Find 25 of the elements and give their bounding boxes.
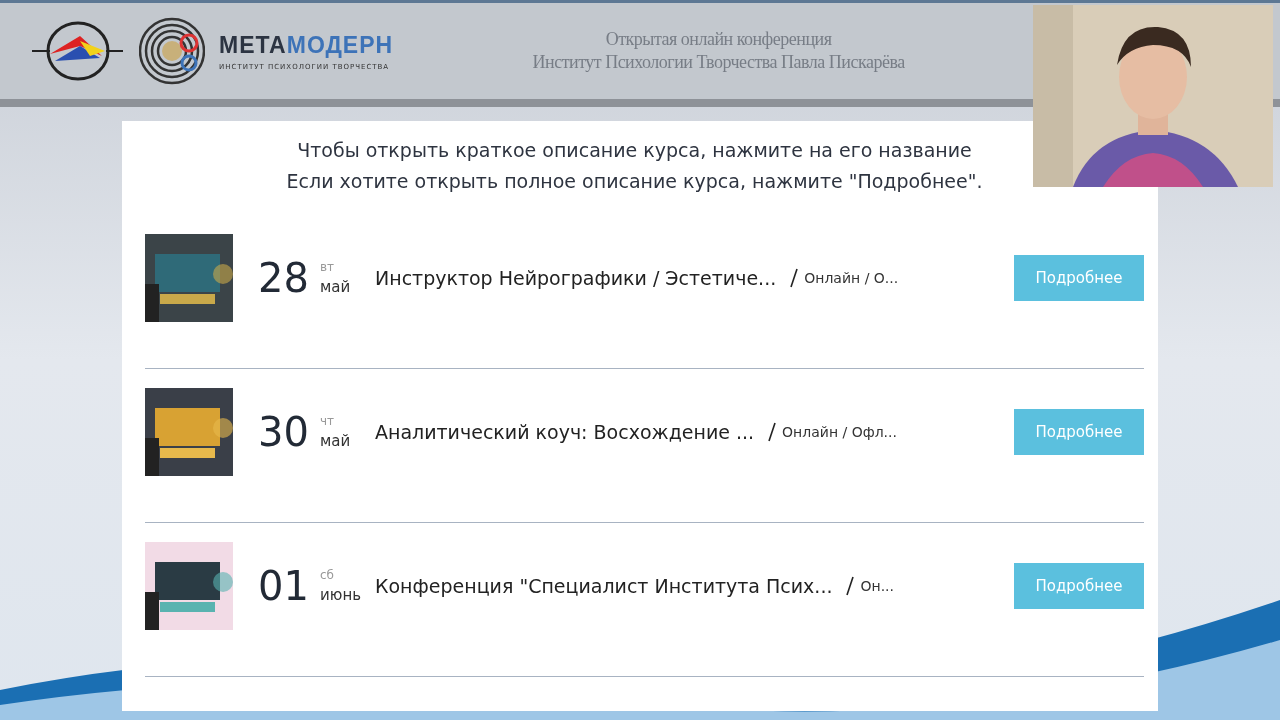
course-title[interactable]: Аналитический коуч: Восхождение ... (375, 420, 755, 443)
weekday: вт (320, 259, 336, 274)
slash-icon (768, 421, 777, 442)
date-day: 28 (258, 254, 320, 301)
date-day: 01 (258, 562, 320, 609)
month: май (320, 277, 352, 296)
conference-title: Институт Психологии Творчества Павла Пискарёва (532, 51, 905, 74)
logo-icon (139, 15, 205, 87)
instruction-text: Чтобы открыть краткое описание курса, нажмите на его название (297, 138, 972, 163)
conference-title: Открытая онлайн конференция (605, 28, 832, 51)
month: май (320, 431, 352, 450)
weekday: чт (320, 413, 336, 428)
date-day: 30 (258, 408, 320, 455)
course-title[interactable]: Инструктор Нейрографики / Эстетиче... (375, 266, 777, 289)
course-format: Онлайн / О... (804, 269, 899, 286)
course-format: Онлайн / Офл... (782, 423, 897, 440)
logo-wordmark: МОДЕРН (286, 31, 394, 59)
course-title[interactable]: Конференция "Специалист Института Псих... (375, 574, 833, 597)
instruction-text: Если хотите открыть полное описание курса, нажмите "Подробнее". (286, 169, 983, 194)
month: июнь (320, 585, 363, 604)
course-format: Он... (860, 577, 894, 594)
logo-wordmark: МЕТА (219, 31, 287, 59)
slash-icon (846, 575, 855, 596)
slash-icon (790, 267, 799, 288)
weekday: сб (320, 567, 335, 582)
